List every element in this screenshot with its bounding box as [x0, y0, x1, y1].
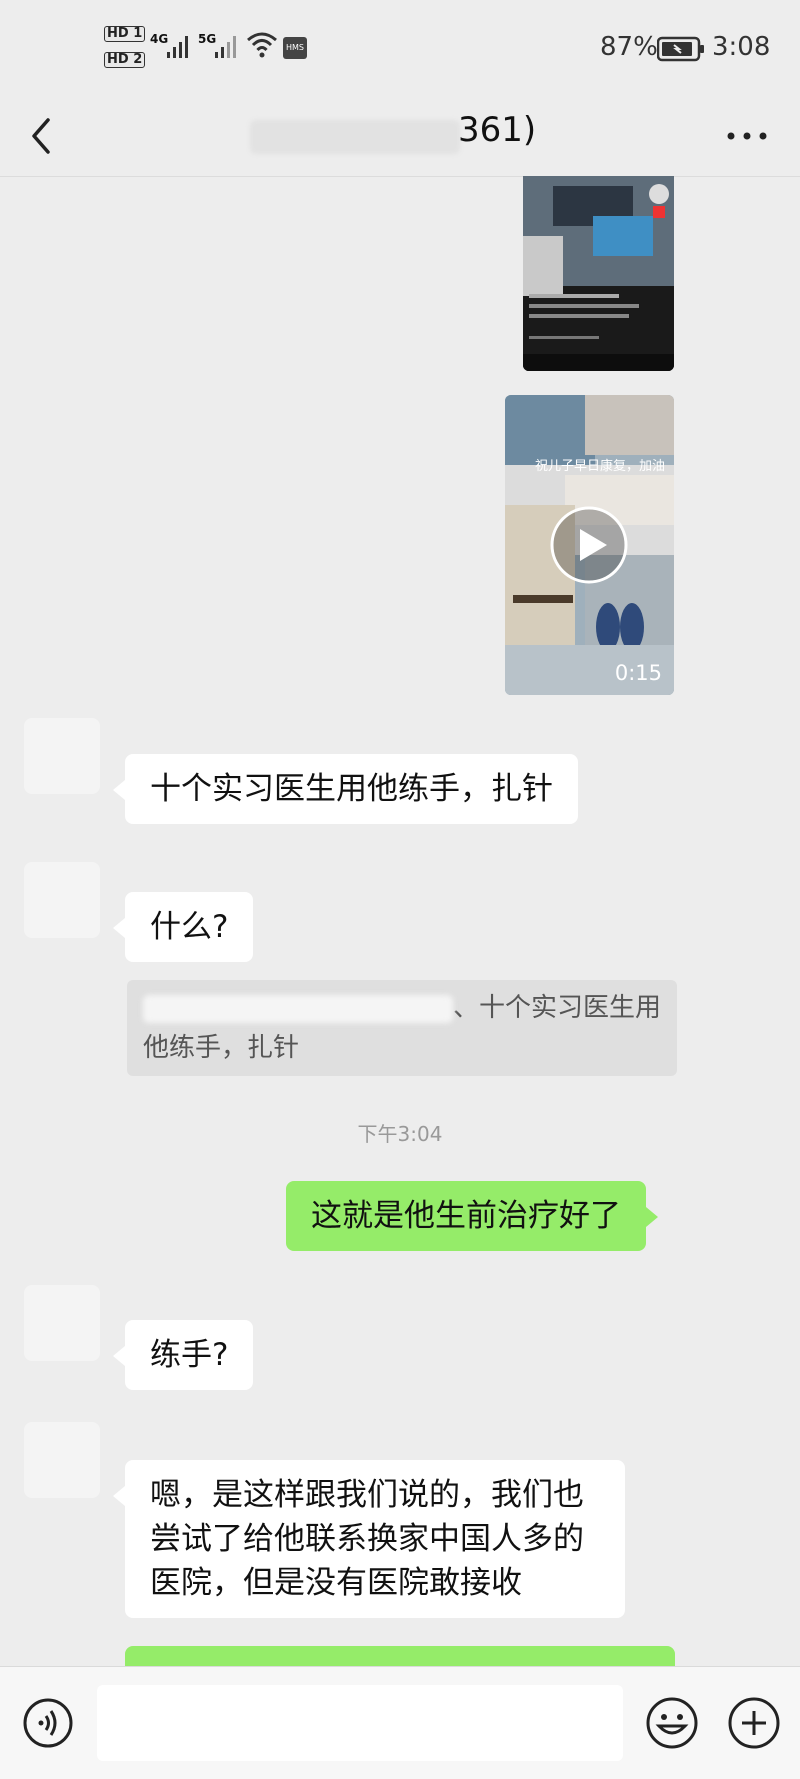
- title-redacted: [250, 120, 460, 154]
- avatar[interactable]: [24, 1422, 100, 1498]
- timestamp-divider: 下午3:04: [357, 1122, 443, 1146]
- message-bubble-received[interactable]: 什么?: [112, 892, 254, 962]
- avatar[interactable]: [24, 862, 100, 938]
- sim1-indicator: HD 1: [104, 26, 146, 42]
- signal-icon: [167, 36, 188, 58]
- avatar[interactable]: [24, 718, 100, 794]
- sim2-indicator: HD 2: [104, 52, 146, 68]
- play-icon[interactable]: [549, 505, 629, 585]
- message-text: 这就是他生前治疗好了: [311, 1198, 621, 1234]
- message-bubble-received[interactable]: 练手?: [112, 1320, 254, 1390]
- message-text: 十个实习医生用他练手，扎针: [150, 771, 553, 807]
- battery-icon: [657, 36, 704, 62]
- battery-percent: 87%: [600, 32, 658, 62]
- emoji-icon[interactable]: [645, 1696, 699, 1750]
- status-bar: HD 1 HD 2 4G 5G HMS 87% 3:08: [0, 0, 800, 96]
- hms-badge: HMS: [283, 37, 307, 59]
- video-caption: 祝儿子早日康复，加油: [535, 459, 666, 474]
- quoted-message[interactable]: 、十个实习医生用他练手，扎针: [127, 980, 677, 1076]
- video-preview-image: [523, 176, 674, 371]
- message-bubble-received[interactable]: 十个实习医生用他练手，扎针: [113, 754, 578, 824]
- signal-icon-2: [215, 36, 236, 58]
- message-text: 什么?: [150, 909, 229, 945]
- back-arrow-icon[interactable]: [24, 112, 64, 160]
- more-functions-plus-icon[interactable]: [727, 1696, 781, 1750]
- message-text: 嗯，是这样跟我们说的，我们也尝试了给他联系换家中国人多的医院，但是没有医院敢接收: [150, 1477, 584, 1601]
- message-bubble-sent[interactable]: 这就是他生前治疗好了: [286, 1181, 658, 1251]
- chat-title: 361): [458, 110, 537, 150]
- video-duration: 0:15: [614, 661, 662, 685]
- video-message-thumbnail-2[interactable]: 祝儿子早日康复，加油 0:15: [505, 395, 674, 695]
- voice-input-icon[interactable]: [22, 1697, 74, 1749]
- wifi-icon: [247, 32, 277, 58]
- message-bubble-received[interactable]: 嗯，是这样跟我们说的，我们也尝试了给他联系换家中国人多的医院，但是没有医院敢接收: [113, 1460, 625, 1618]
- avatar[interactable]: [24, 1285, 100, 1361]
- chat-header: 361): [0, 96, 800, 177]
- clock: 3:08: [712, 32, 771, 62]
- chat-input-bar: [0, 1666, 800, 1779]
- message-text: 练手?: [150, 1337, 229, 1373]
- video-message-thumbnail-1[interactable]: [523, 176, 674, 371]
- message-input[interactable]: [97, 1685, 623, 1761]
- more-options-icon[interactable]: [722, 118, 772, 154]
- quoted-sender-redacted: [143, 994, 453, 1023]
